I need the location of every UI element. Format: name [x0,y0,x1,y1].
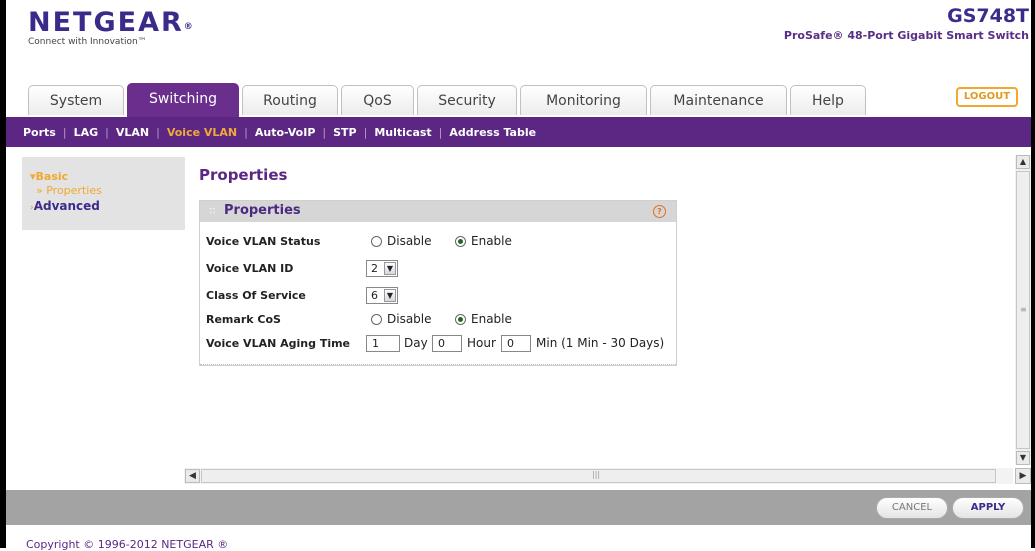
subnav-ports[interactable]: Ports [23,126,56,139]
scroll-right-icon[interactable]: ▶ [1015,468,1031,484]
voice-vlan-status-enable-radio[interactable] [455,236,466,247]
brand-tagline: Connect with Innovation™ [28,37,147,47]
logout-button[interactable]: LOGOUT [956,87,1018,107]
netgear-logo: NETGEAR® [28,7,193,38]
voice-vlan-status-label: Voice VLAN Status [206,235,321,248]
subnav-auto-voip[interactable]: Auto-VoIP [255,126,316,139]
aging-min-input[interactable]: 0 [501,335,531,352]
subnav-separator: | [105,125,109,139]
tab-maintenance[interactable]: Maintenance [650,85,787,115]
subnav-voice-vlan[interactable]: Voice VLAN [167,126,237,139]
horizontal-scroll-thumb[interactable]: ||| [201,469,996,483]
aging-hour-input[interactable]: 0 [432,335,462,352]
voice-vlan-status-enable-label: Enable [471,234,512,248]
subnav-separator: | [156,125,160,139]
aging-day-unit: Day [404,336,428,350]
voice-vlan-aging-time-row: Voice VLAN Aging Time 1 Day 0 Hour 0 Min… [206,334,672,354]
vertical-scroll-thumb[interactable]: ≡ [1016,171,1030,449]
tab-help[interactable]: Help [790,85,866,115]
subnav-separator: | [244,125,248,139]
vertical-scrollbar[interactable]: ▲ ≡ ▼ [1015,155,1031,465]
panel-title: Properties [224,203,301,218]
subnav-separator: | [438,125,443,139]
remark-cos-label: Remark CoS [206,313,281,326]
voice-vlan-id-select[interactable]: 2 ▼ [366,260,398,277]
sidebar-item-basic[interactable]: ▾Basic [30,170,68,183]
scroll-up-icon[interactable]: ▲ [1016,155,1030,169]
properties-panel: :: Properties ? Voice VLAN Status Disabl… [199,200,677,366]
grip-icon: ≡ [1020,305,1027,314]
remark-cos-enable-radio[interactable] [455,314,466,325]
aging-day-input[interactable]: 1 [366,335,400,352]
class-of-service-row: Class Of Service 6 ▼ [206,286,672,306]
panel-bottom-border [200,364,676,365]
voice-vlan-aging-time-label: Voice VLAN Aging Time [206,337,351,350]
voice-vlan-status-disable-radio[interactable] [371,236,382,247]
tab-security[interactable]: Security [417,85,517,115]
class-of-service-select[interactable]: 6 ▼ [366,287,398,304]
scroll-left-icon[interactable]: ◀ [185,469,200,483]
model-description: ProSafe® 48-Port Gigabit Smart Switch [783,29,1029,42]
chevron-down-icon: ▼ [384,262,396,275]
voice-vlan-id-row: Voice VLAN ID 2 ▼ [206,259,672,279]
subnav-stp[interactable]: STP [333,126,357,139]
copyright-text: Copyright © 1996-2012 NETGEAR ® [26,538,229,551]
voice-vlan-id-label: Voice VLAN ID [206,262,294,275]
class-of-service-label: Class Of Service [206,289,306,302]
page-title: Properties [199,166,288,184]
subnav-lag[interactable]: LAG [74,126,99,139]
tab-switching[interactable]: Switching [127,83,239,117]
page-frame: NETGEAR® Connect with Innovation™ GS748T… [0,0,1035,551]
subnav-separator: | [322,125,327,139]
aging-min-unit: Min (1 Min - 30 Days) [536,336,665,350]
remark-cos-row: Remark CoS Disable Enable [206,310,672,330]
subnav-separator: | [62,125,67,139]
drag-handle-icon: :: [209,205,216,216]
subnav-multicast[interactable]: Multicast [374,126,431,139]
window-right-border [1031,0,1035,548]
cancel-button[interactable]: CANCEL [876,497,948,519]
sidebar-item-advanced[interactable]: ›Advanced [30,199,100,213]
remark-cos-disable-radio[interactable] [371,314,382,325]
remark-cos-disable-label: Disable [387,312,432,326]
aging-hour-unit: Hour [467,336,496,350]
model-info: GS748T ProSafe® 48-Port Gigabit Smart Sw… [783,5,1029,43]
voice-vlan-status-row: Voice VLAN Status Disable Enable [206,232,672,252]
horizontal-scrollbar[interactable]: ◀ ||| [184,468,1013,484]
help-icon[interactable]: ? [653,205,666,218]
model-name: GS748T [947,5,1029,27]
scroll-down-icon[interactable]: ▼ [1016,451,1030,465]
brand: NETGEAR® Connect with Innovation™ [28,7,193,48]
tab-system[interactable]: System [28,85,124,115]
subnav-bar: Ports | LAG | VLAN | Voice VLAN | Auto-VoIP |… [6,117,1031,147]
tab-monitoring[interactable]: Monitoring [520,85,647,115]
tab-qos[interactable]: QoS [341,85,414,115]
footer-bar: CANCEL APPLY [6,490,1031,525]
remark-cos-enable-label: Enable [471,312,512,326]
voice-vlan-status-disable-label: Disable [387,234,432,248]
content-area: ▾Basic » Properties ›Advanced Properties… [6,147,1031,488]
sidebar: ▾Basic » Properties ›Advanced [22,157,185,230]
subnav-vlan[interactable]: VLAN [116,126,149,139]
panel-header: :: Properties ? [200,201,676,222]
grip-icon: ||| [592,470,601,479]
subnav-separator: | [363,125,368,139]
subnav-address-table[interactable]: Address Table [449,126,536,139]
sidebar-item-properties[interactable]: » Properties [36,184,102,197]
chevron-down-icon: ▼ [384,289,396,302]
apply-button[interactable]: APPLY [952,497,1024,519]
tab-routing[interactable]: Routing [242,85,338,115]
